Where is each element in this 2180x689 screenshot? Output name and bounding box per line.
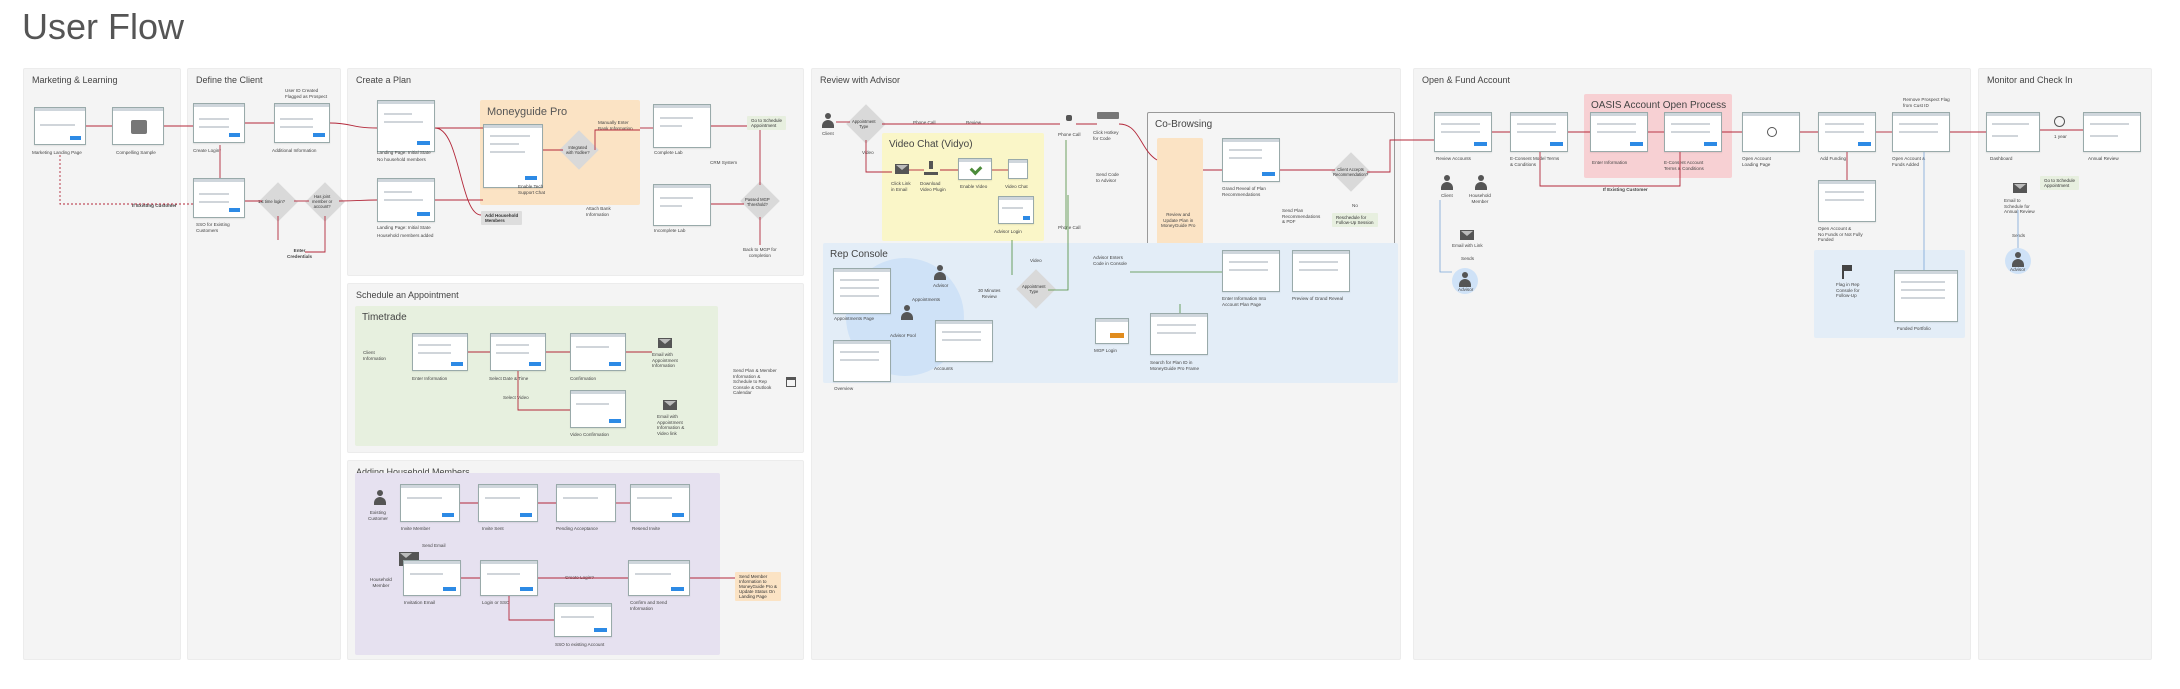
flow-connectors (59, 121, 2083, 621)
